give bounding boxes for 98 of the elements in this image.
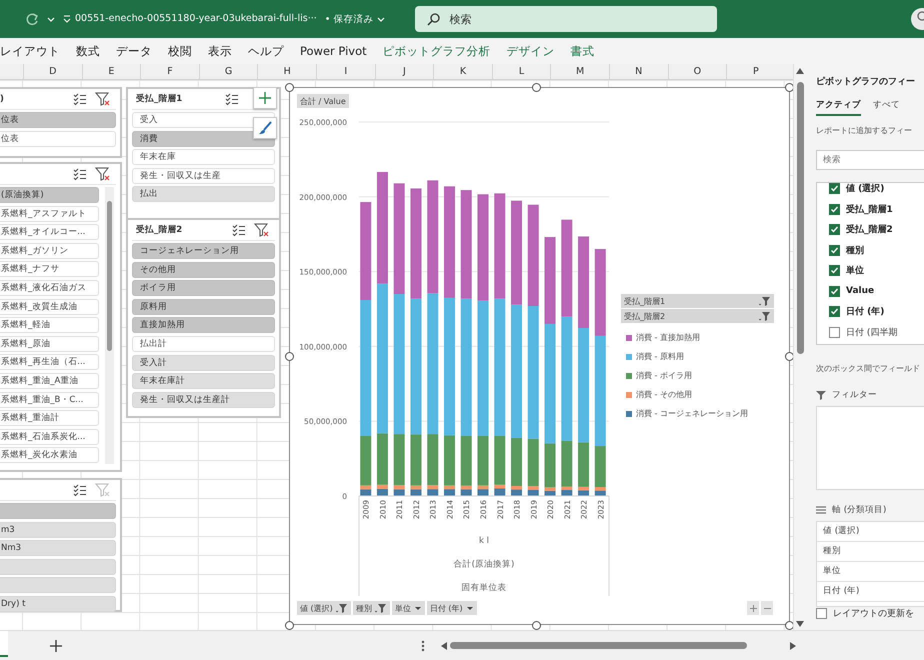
instruction-text: 次のボックス間でフィールド (816, 363, 921, 374)
axis-label: 固有単位表 (462, 583, 506, 593)
slicer-item[interactable]: 払出 (132, 186, 275, 202)
column-header[interactable]: O (668, 64, 726, 79)
ribbon-tab[interactable]: レイアウト (0, 40, 68, 62)
slicer-item[interactable]: コージェネレーション用 (132, 243, 275, 259)
save-status[interactable]: • 保存済み (324, 12, 386, 26)
field-name[interactable]: 種別 (846, 244, 864, 257)
slicer-item[interactable]: 払出計 (132, 336, 275, 352)
ribbon-tab[interactable]: 表示 (200, 40, 240, 62)
column-header[interactable]: G (198, 64, 258, 79)
area-title: 軸 (分類項目) (832, 504, 886, 516)
column-header[interactable]: N (608, 64, 668, 79)
field-name[interactable]: 日付 (四半期 (846, 326, 898, 339)
field-name[interactable]: 受払_階層1 (846, 202, 893, 216)
column-header[interactable]: L (492, 64, 550, 79)
slicer-item[interactable]: 系燃料_液化石油ガス (0, 280, 99, 296)
slicer-item[interactable]: 系燃料_ガソリン (0, 242, 99, 259)
axis-label: k l (479, 536, 489, 546)
slicer-item[interactable]: 系燃料_原油 (0, 336, 99, 352)
field-button[interactable]: 受払_階層1 (621, 294, 774, 308)
slicer-item[interactable]: 系燃料_再生油（石... (0, 354, 99, 370)
column-header[interactable]: E (82, 64, 140, 79)
ribbon-tab[interactable]: デザイン (498, 40, 563, 62)
slicer-item[interactable]: 年末在庫計 (132, 373, 275, 390)
column-header[interactable]: H (257, 64, 316, 79)
slicer-item[interactable]: (原油換算) (0, 187, 99, 203)
slicer-item[interactable]: m3 (0, 522, 116, 538)
slicer-item[interactable]: 系燃料_重油計 (0, 410, 99, 426)
column-header[interactable]: F (140, 64, 199, 79)
ribbon-tab[interactable]: データ (108, 40, 160, 62)
field-button[interactable]: 合計 / Value (297, 94, 349, 108)
legend-label: 消費 - 原料用 (636, 351, 684, 362)
slicer-item[interactable]: ボイラ用 (132, 280, 275, 296)
search-field[interactable]: 検索 (816, 150, 924, 170)
field-name[interactable]: 日付 (年) (846, 305, 884, 318)
ribbon-tab[interactable]: ヘルプ (240, 40, 292, 62)
field-button[interactable]: 単位 (392, 601, 425, 615)
legend-label: 消費 - 直接加熱用 (636, 332, 700, 343)
field-name[interactable]: 受払_階層2 (846, 223, 893, 236)
slicer-title: ) (0, 94, 4, 104)
slicer-item[interactable]: 系燃料_ナフサ (0, 261, 99, 278)
panel-tab[interactable]: アクティブ (816, 99, 861, 116)
column-header[interactable]: J (374, 64, 434, 79)
slicer-item[interactable]: 発生・回収又は生産 (132, 168, 275, 184)
slicer-item[interactable]: 系燃料_オイルコー... (0, 224, 99, 240)
slicer-item[interactable]: 年末在庫 (132, 149, 275, 166)
field-name[interactable]: 値 (選択) (846, 182, 884, 196)
search-field[interactable]: 検索 (415, 6, 718, 32)
axis-label: 合計(原油換算) (454, 560, 514, 570)
field-button[interactable]: 受払_階層2 (621, 309, 774, 323)
column-header[interactable]: P (726, 64, 785, 79)
legend-label: 消費 - その他用 (636, 389, 692, 400)
column-header[interactable]: K (433, 64, 492, 79)
slicer-item[interactable]: 系燃料_改質生成油 (0, 298, 99, 315)
field-name[interactable]: Value (846, 286, 874, 296)
instruction-text: レポートに追加するフィー (816, 125, 913, 136)
document-title: 00551-enecho-00551180-year-03ukebarai-full-lis··· (75, 12, 317, 26)
panel-tab[interactable]: すべて (873, 99, 900, 116)
slicer-item[interactable]: Nm3 (0, 540, 116, 556)
field-button[interactable]: 値 (選択) (297, 601, 351, 615)
slicer-item[interactable]: 消費 (132, 130, 275, 147)
column-header[interactable]: I (316, 64, 375, 79)
slicer-item[interactable]: 系燃料_重油_B・C... (0, 392, 99, 408)
field-chip[interactable]: 値 (選択) (817, 522, 924, 542)
area-title: フィルター (832, 389, 877, 402)
slicer-item[interactable]: 系燃料_アスファルト (0, 206, 99, 222)
slicer-item[interactable]: 系燃料_重油_A重油 (0, 372, 99, 389)
field-name[interactable]: 単位 (846, 264, 864, 278)
slicer-item[interactable]: 系燃料_炭化水素油 (0, 447, 99, 464)
slicer-item[interactable]: 系燃料_軽油 (0, 317, 99, 334)
slicer-item[interactable]: その他用 (132, 262, 275, 278)
panel-title: ピボットグラフのフィー (816, 76, 916, 88)
slicer-item[interactable]: 直接加熱用 (132, 317, 275, 334)
slicer-title: 受払_階層2 (136, 224, 182, 236)
field-chip[interactable]: 日付 (年) (817, 582, 924, 602)
column-header[interactable]: D (23, 64, 82, 79)
ribbon-tab[interactable]: 校閲 (160, 40, 200, 62)
ribbon-tab[interactable]: ピボットグラフ分析 (374, 40, 499, 62)
slicer-item[interactable]: Dry) t (0, 596, 116, 612)
legend-label: 消費 - ボイラ用 (636, 370, 692, 381)
field-chip[interactable]: 単位 (817, 562, 924, 582)
checkbox-label[interactable]: レイアウトの更新を (833, 607, 914, 620)
slicer-item[interactable]: 発生・回収又は生産計 (132, 392, 275, 408)
field-button[interactable]: 日付 (年) (426, 601, 477, 615)
slicer-title: 受払_階層1 (136, 93, 182, 105)
ribbon-tab[interactable]: Power Pivot (292, 40, 375, 62)
slicer-item[interactable]: 受入計 (132, 354, 275, 371)
ribbon-tab[interactable]: 書式 (562, 40, 603, 62)
slicer-item[interactable]: 位表 (0, 130, 116, 147)
slicer-item[interactable]: 原料用 (132, 298, 275, 315)
ribbon-tab[interactable]: 数式 (68, 40, 108, 62)
slicer-item[interactable]: 系燃料_石油系炭化... (0, 428, 99, 445)
field-chip[interactable]: 種別 (817, 542, 924, 562)
slicer-item[interactable]: 位表 (0, 112, 116, 128)
field-button[interactable]: 種別 (352, 601, 390, 615)
column-header[interactable]: M (550, 64, 609, 79)
legend-label: 消費 - コージェネレーション用 (636, 408, 748, 419)
